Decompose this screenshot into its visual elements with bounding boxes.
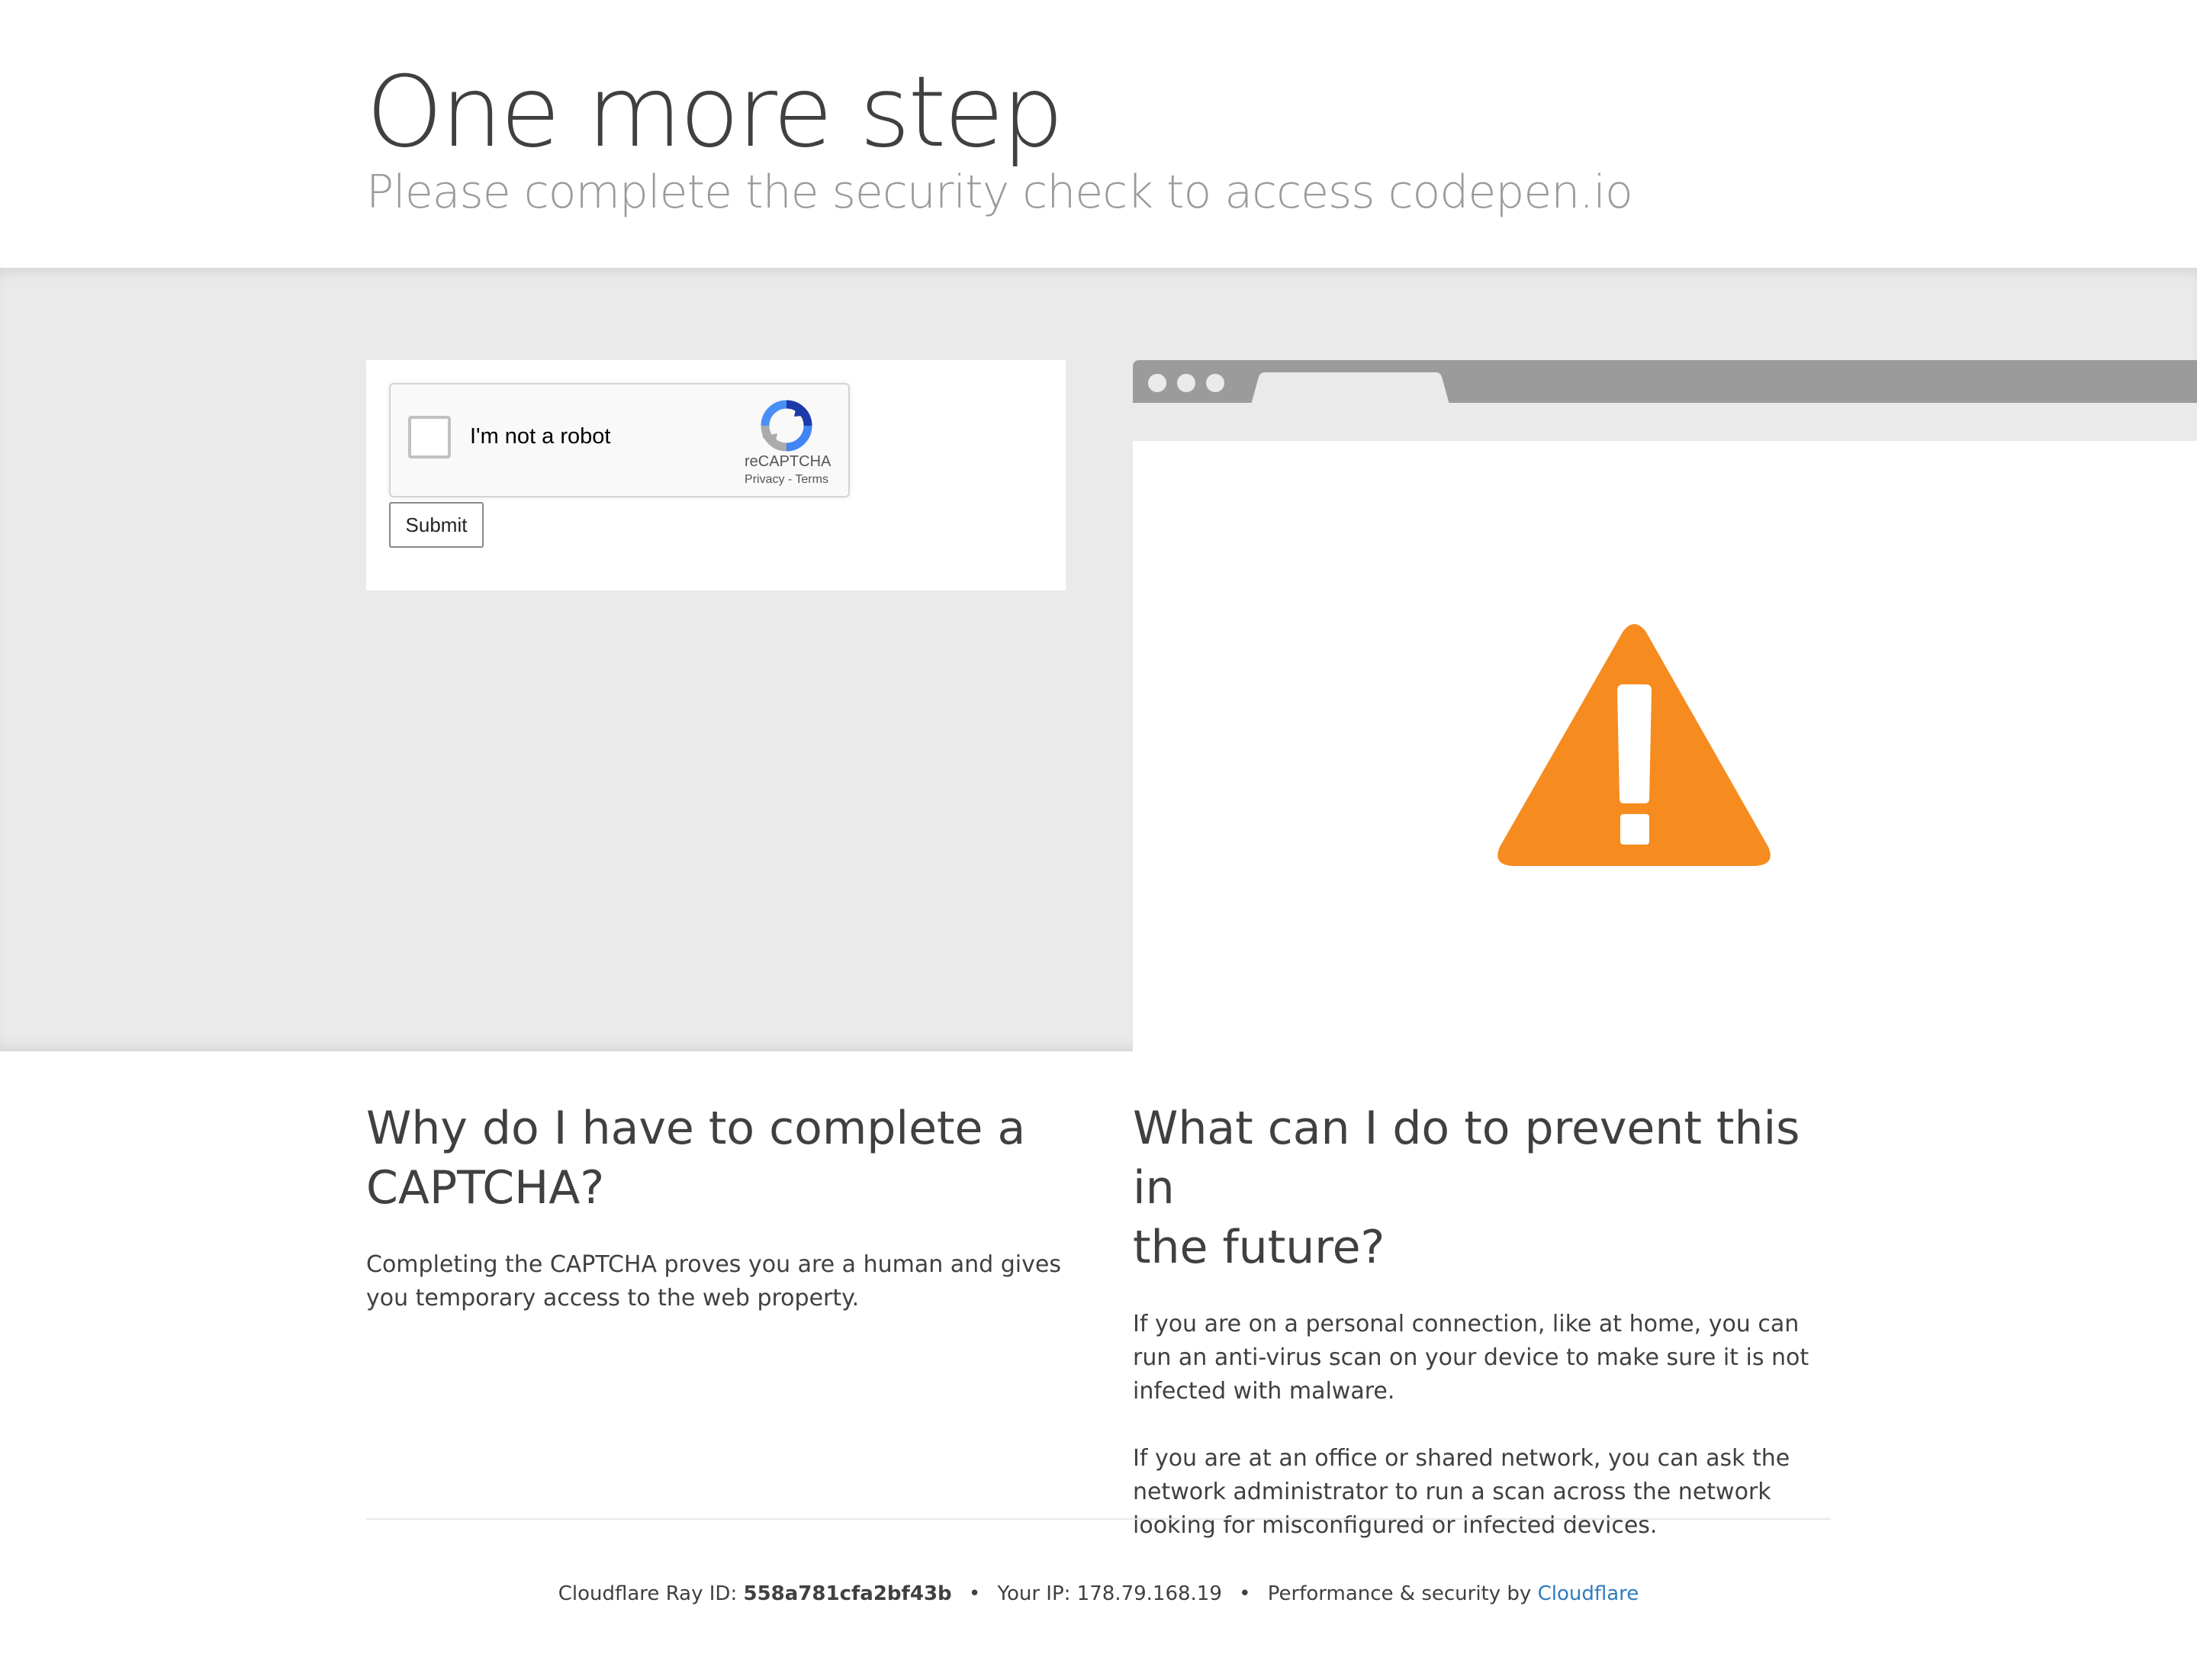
why-section: Why do I have to complete a CAPTCHA? Com… bbox=[366, 1099, 1076, 1315]
why-heading-line-2: CAPTCHA? bbox=[366, 1161, 605, 1215]
warning-icon bbox=[1497, 624, 1771, 866]
footer-divider bbox=[366, 1518, 1831, 1520]
prevent-heading: What can I do to prevent this in the fut… bbox=[1133, 1099, 1835, 1277]
browser-tab-shape bbox=[1251, 372, 1449, 404]
why-body: Completing the CAPTCHA proves you are a … bbox=[366, 1251, 1061, 1311]
browser-dot-icon bbox=[1177, 374, 1195, 392]
why-heading-line-1: Why do I have to complete a bbox=[366, 1102, 1026, 1155]
ip-value: 178.79.168.19 bbox=[1076, 1582, 1222, 1605]
prevent-body-1: If you are on a personal connection, lik… bbox=[1133, 1311, 1809, 1405]
ip-label: Your IP: bbox=[997, 1582, 1071, 1605]
terms-link[interactable]: Terms bbox=[795, 473, 828, 486]
prevent-body-2: If you are at an office or shared networ… bbox=[1133, 1445, 1790, 1539]
ray-id-value: 558a781cfa2bf43b bbox=[743, 1582, 952, 1605]
prevent-heading-line-1: What can I do to prevent this in bbox=[1133, 1102, 1800, 1215]
prevent-section: What can I do to prevent this in the fut… bbox=[1133, 1099, 1835, 1543]
link-separator: - bbox=[787, 473, 793, 486]
why-heading: Why do I have to complete a CAPTCHA? bbox=[366, 1099, 1076, 1218]
performance-label: Performance & security by bbox=[1267, 1582, 1532, 1605]
recaptcha-brand-label: reCAPTCHA bbox=[745, 453, 832, 470]
footer: Cloudflare Ray ID: 558a781cfa2bf43b • Yo… bbox=[0, 1582, 2197, 1605]
submit-button[interactable]: Submit bbox=[389, 502, 484, 548]
recaptcha-logo-icon bbox=[761, 400, 812, 452]
page-subtitle: Please complete the security check to ac… bbox=[366, 166, 1633, 219]
not-robot-checkbox[interactable] bbox=[408, 416, 451, 459]
cloudflare-link[interactable]: Cloudflare bbox=[1538, 1582, 1639, 1605]
ray-id-label: Cloudflare Ray ID: bbox=[558, 1582, 738, 1605]
privacy-link[interactable]: Privacy bbox=[745, 473, 784, 486]
footer-bullet: • bbox=[1239, 1582, 1251, 1605]
page-title: One more step bbox=[366, 56, 1063, 169]
prevent-heading-line-2: the future? bbox=[1133, 1221, 1385, 1274]
footer-bullet: • bbox=[968, 1582, 981, 1605]
browser-address-bar bbox=[1133, 403, 2197, 441]
recaptcha-links: Privacy - Terms bbox=[737, 473, 836, 487]
not-robot-label: I'm not a robot bbox=[470, 424, 611, 449]
browser-dot-icon bbox=[1148, 374, 1166, 392]
browser-dot-icon bbox=[1206, 374, 1224, 392]
